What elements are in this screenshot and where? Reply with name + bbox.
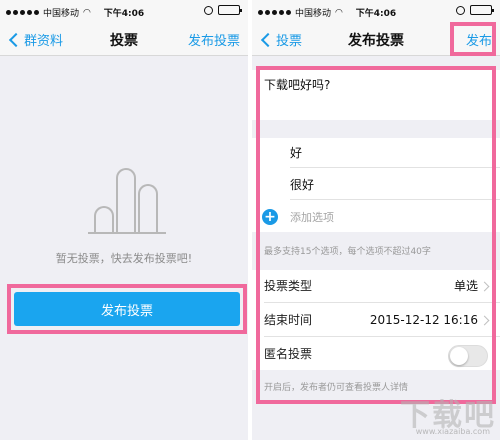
watermark-url: www.xiazaiba.com: [415, 427, 490, 436]
page-title: 发布投票: [348, 33, 404, 49]
add-option-label: 添加选项: [290, 211, 334, 224]
option-input[interactable]: 好: [290, 138, 500, 168]
add-option-button[interactable]: + 添加选项: [262, 202, 500, 232]
anonymous-label: 匿名投票: [264, 347, 313, 361]
rotation-lock-icon: [204, 5, 213, 15]
watermark: 下载吧 www.xiazaiba.com: [356, 390, 496, 436]
chevron-right-icon: [479, 315, 490, 326]
status-bar: 中国移动 ◠ 下午4:06: [252, 0, 500, 22]
end-time-label: 结束时间: [264, 313, 313, 327]
status-bar: 中国移动 ◠ 下午4:06: [0, 0, 248, 22]
plus-icon: +: [262, 209, 278, 225]
battery-icon: [218, 5, 242, 15]
question-input[interactable]: 下载吧好吗?: [252, 70, 500, 120]
nav-bar: 投票 发布投票 发布: [252, 22, 500, 56]
vote-type-value: 单选: [453, 279, 478, 293]
end-time-row[interactable]: 结束时间 2015-12-12 16:16: [264, 304, 500, 337]
publish-vote-link[interactable]: 发布投票: [188, 30, 240, 49]
publish-vote-button[interactable]: 发布投票: [14, 292, 240, 326]
publish-button[interactable]: 发布: [466, 30, 492, 49]
anonymous-toggle[interactable]: [448, 345, 488, 367]
end-time-value: 2015-12-12 16:16: [369, 313, 478, 327]
right-screen: 中国移动 ◠ 下午4:06 投票 发布投票 发布 下载吧好吗? 好 很好 + 添…: [252, 0, 500, 440]
options-list: 好 很好 + 添加选项: [252, 138, 500, 232]
options-hint: 最多支持15个选项，每个选项不超过40字: [264, 247, 431, 257]
chevron-right-icon: [479, 281, 490, 292]
left-screen: 中国移动 ◠ 下午4:06 群资料 投票 发布投票 暂无投票，快去发布投票吧! …: [0, 0, 248, 440]
option-input[interactable]: 很好: [290, 170, 500, 200]
vote-settings: 投票类型 单选 结束时间 2015-12-12 16:16 匿名投票: [252, 270, 500, 370]
vote-type-row[interactable]: 投票类型 单选: [264, 270, 500, 303]
rotation-lock-icon: [456, 5, 465, 15]
empty-state-text: 暂无投票，快去发布投票吧!: [55, 252, 193, 265]
nav-bar: 群资料 投票 发布投票: [0, 22, 248, 56]
battery-icon: [470, 5, 494, 15]
vote-type-label: 投票类型: [264, 279, 313, 293]
empty-chart-icon: [88, 166, 166, 234]
anonymous-row: 匿名投票: [264, 338, 500, 371]
